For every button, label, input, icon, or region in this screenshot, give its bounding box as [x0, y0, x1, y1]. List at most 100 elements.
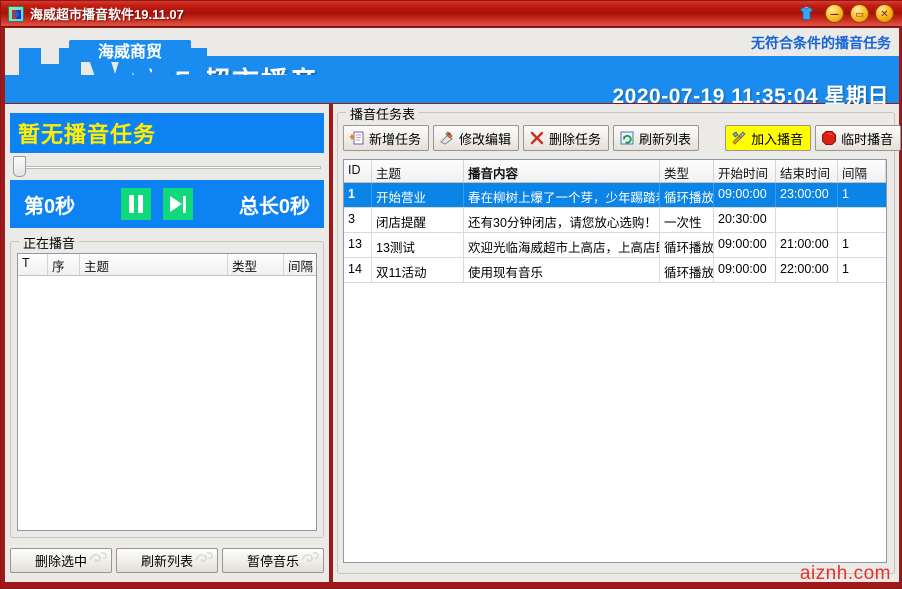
- transport-buttons: [121, 188, 193, 220]
- new-task-button[interactable]: 新增任务: [343, 125, 430, 151]
- cell-type: 循环播放: [660, 183, 714, 207]
- table-row[interactable]: 13 13测试 欢迎光临海威超市上高店，上高店即 循环播放 09:00:00 2…: [344, 233, 886, 258]
- pause-button[interactable]: [121, 188, 151, 220]
- logo-text: 海威商贸: [98, 42, 162, 61]
- stop-octagon-icon: [822, 131, 837, 145]
- cell-start: 09:00:00: [714, 183, 776, 207]
- total-time-label: 总长0秒: [238, 195, 310, 218]
- close-button[interactable]: [875, 4, 894, 23]
- swirl-ornament-icon: [195, 552, 213, 563]
- column-header-end[interactable]: 结束时间: [776, 160, 838, 182]
- app-icon: [8, 5, 24, 22]
- playback-status-text: 暂无播音任务: [18, 122, 157, 147]
- task-list-group: 播音任务表 新增任务 修改编辑 删除任务 刷新列表 加入播音 临时播音 ID 主…: [337, 104, 902, 574]
- cell-id: 13: [344, 233, 372, 257]
- table-row[interactable]: 3 闭店提醒 还有30分钟闭店，请您放心选购！ 一次性 20:30:00: [344, 208, 886, 233]
- playback-status-banner: 暂无播音任务: [10, 113, 324, 153]
- column-header-subject[interactable]: 主题: [372, 160, 464, 182]
- slider-thumb[interactable]: [13, 156, 26, 177]
- refresh-list-button[interactable]: 刷新列表: [613, 125, 700, 151]
- refresh-list-button-left[interactable]: 刷新列表: [116, 548, 218, 573]
- cell-subject: 13测试: [372, 233, 464, 257]
- edit-task-button[interactable]: 修改编辑: [433, 125, 520, 151]
- temp-playback-label: 临时播音: [841, 131, 894, 147]
- cell-interval: 1: [842, 187, 849, 201]
- edit-icon: [440, 131, 453, 145]
- now-playing-group-title: 正在播音: [19, 233, 80, 252]
- cell-subject: 闭店提醒: [372, 208, 464, 232]
- cell-subject: 双11活动: [372, 258, 464, 282]
- cell-content: 使用现有音乐: [464, 258, 660, 282]
- delete-selected-button[interactable]: 删除选中: [10, 548, 112, 573]
- task-list-group-title: 播音任务表: [346, 104, 420, 123]
- cell-end: 23:00:00: [776, 183, 838, 207]
- temp-playback-button[interactable]: 临时播音: [815, 125, 902, 151]
- column-header-type[interactable]: 类型: [228, 254, 284, 275]
- left-panel: 暂无播音任务 第0秒 总长0秒 正在播音 T 序 主题 类型 间隔 删除选中 刷…: [5, 104, 329, 582]
- cell-start: 20:30:00: [714, 208, 776, 232]
- current-time-label: 第0秒: [24, 195, 76, 218]
- slider-track[interactable]: [21, 166, 321, 169]
- task-toolbar: 新增任务 修改编辑 删除任务 刷新列表 加入播音 临时播音: [343, 125, 902, 151]
- column-header-subject[interactable]: 主题: [80, 254, 228, 275]
- minimize-button[interactable]: [825, 4, 844, 23]
- cell-end: [776, 208, 838, 232]
- progress-slider[interactable]: [10, 156, 324, 178]
- pause-icon: [129, 195, 143, 213]
- cell-start: 09:00:00: [714, 233, 776, 257]
- pause-music-label: 暂停音乐: [246, 554, 299, 569]
- column-header-interval[interactable]: 间隔: [838, 160, 886, 182]
- refresh-list-label-left: 刷新列表: [140, 554, 193, 569]
- column-header-interval[interactable]: 间隔: [284, 254, 316, 275]
- player-controls-bar: 第0秒 总长0秒: [10, 180, 324, 228]
- cell-interval: 1: [842, 237, 849, 251]
- cell-type: 循环播放: [660, 258, 714, 282]
- window-controls: [798, 4, 894, 23]
- maximize-button[interactable]: [850, 4, 869, 23]
- swirl-ornament-icon: [301, 552, 319, 563]
- now-playing-group: 正在播音 T 序 主题 类型 间隔: [10, 233, 324, 538]
- task-table[interactable]: ID 主题 播音内容 类型 开始时间 结束时间 间隔 1 开始营业 春在柳树上爆…: [343, 159, 887, 563]
- header-status-note: 无符合条件的播音任务: [751, 35, 891, 51]
- cell-content: 春在柳树上爆了一个芽，少年踢踏着: [464, 183, 660, 207]
- cell-subject: 开始营业: [372, 183, 464, 207]
- minimize-icon: [830, 8, 839, 20]
- datetime-bar: 2020-07-19 11:35:04 星期日: [5, 75, 899, 108]
- title-bar: 海威超市播音软件19.11.07: [1, 1, 902, 27]
- cell-content: 还有30分钟闭店，请您放心选购！: [464, 208, 660, 232]
- cell-content: 欢迎光临海威超市上高店，上高店即: [464, 233, 660, 257]
- shirt-icon[interactable]: [798, 5, 815, 22]
- column-header-content[interactable]: 播音内容: [464, 160, 660, 182]
- delete-task-button[interactable]: 删除任务: [523, 125, 610, 151]
- new-task-label: 新增任务: [369, 131, 422, 147]
- application-window: 海威超市播音软件19.11.07 海威超市播音: [0, 0, 902, 589]
- main-panel: 播音任务表 新增任务 修改编辑 删除任务 刷新列表 加入播音 临时播音 ID 主…: [333, 104, 902, 582]
- watermark: aiznh.com: [799, 563, 891, 584]
- delete-task-label: 删除任务: [549, 131, 602, 147]
- cell-type: 一次性: [660, 208, 714, 232]
- cell-id: 3: [344, 208, 372, 232]
- cell-start: 09:00:00: [714, 258, 776, 282]
- cell-id: 1: [344, 183, 372, 207]
- pause-music-button[interactable]: 暂停音乐: [222, 548, 324, 573]
- table-row[interactable]: 1 开始营业 春在柳树上爆了一个芽，少年踢踏着 循环播放 09:00:00 23…: [344, 183, 886, 208]
- task-table-header: ID 主题 播音内容 类型 开始时间 结束时间 间隔: [344, 160, 886, 183]
- column-header-order[interactable]: 序: [48, 254, 80, 275]
- refresh-icon: [620, 131, 634, 145]
- edit-task-label: 修改编辑: [459, 131, 512, 147]
- next-button[interactable]: [163, 188, 193, 220]
- add-to-playback-button[interactable]: 加入播音: [725, 125, 812, 151]
- add-to-playback-label: 加入播音: [751, 131, 804, 147]
- tools-icon: [732, 131, 746, 145]
- column-header-type[interactable]: 类型: [660, 160, 714, 182]
- table-row[interactable]: 14 双11活动 使用现有音乐 循环播放 09:00:00 22:00:00 1: [344, 258, 886, 283]
- swirl-ornament-icon: [89, 552, 107, 563]
- delete-x-icon: [530, 131, 544, 145]
- column-header-t[interactable]: T: [18, 254, 48, 275]
- column-header-start[interactable]: 开始时间: [714, 160, 776, 182]
- cell-interval: 1: [842, 262, 849, 276]
- new-task-icon: [349, 131, 364, 145]
- column-header-id[interactable]: ID: [344, 160, 372, 182]
- now-playing-table[interactable]: T 序 主题 类型 间隔: [17, 253, 317, 531]
- cell-id: 14: [344, 258, 372, 282]
